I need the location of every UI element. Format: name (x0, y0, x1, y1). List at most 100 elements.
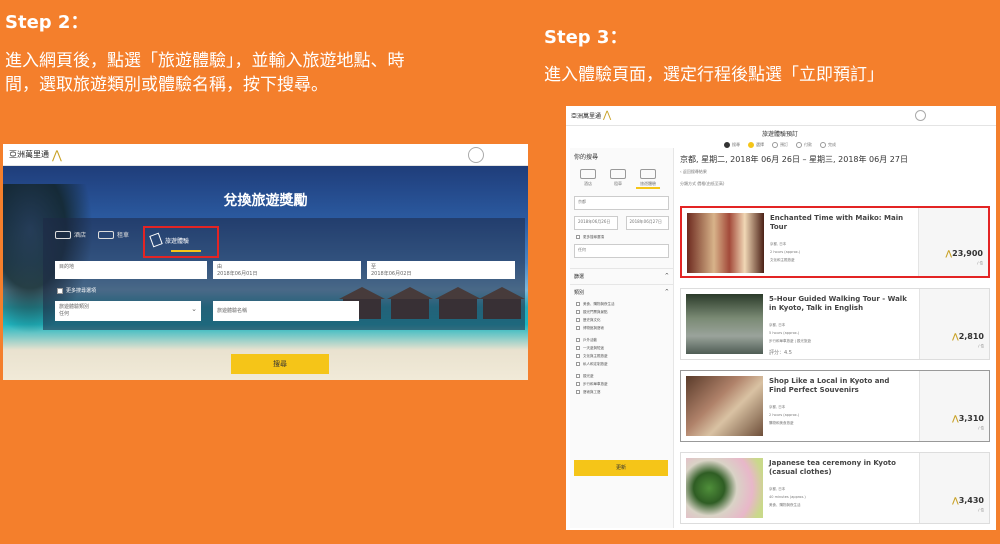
thumbnail-image (686, 294, 763, 354)
search-tabs: 酒店 租車 (55, 230, 129, 239)
card-title[interactable]: Japanese tea ceremony in Kyoto (casual c… (769, 459, 909, 477)
sidebar-category-select[interactable]: 任何 (574, 244, 669, 258)
card-location: 京都, 日本 (769, 405, 786, 409)
filter-checkbox[interactable]: 一天遊與短途 (570, 344, 673, 352)
sidebar-more-options[interactable]: 更多搜尋選項 (570, 233, 673, 241)
back-link[interactable]: ‹ 返回搜尋結果 (680, 169, 992, 175)
filter-checkbox[interactable]: 藝術與工藝 (570, 388, 673, 396)
sort-select[interactable]: 分類方式 價格(由低至高) (680, 181, 992, 187)
logo-mark-icon: ⋀ (52, 147, 62, 162)
sidebar-date-from[interactable]: 2018年06月26日 (574, 216, 618, 230)
step3-desc-line1: 進入體驗頁面，選定行程後點選「立即預訂」 (544, 65, 884, 85)
logo-mark-icon: ⋀ (603, 110, 612, 121)
update-button[interactable]: 更新 (574, 460, 668, 476)
date-from-field[interactable]: 由 2018年06月01日 (213, 261, 361, 279)
sidebar-tab-experience[interactable]: 旅遊體驗 (636, 169, 660, 189)
site-header: 亞洲萬里通 ⋀ (3, 144, 528, 166)
sidebar-heading: 你的搜尋 (574, 154, 599, 161)
search-button[interactable]: 搜尋 (231, 354, 329, 374)
tab-car-label: 租車 (117, 232, 130, 239)
card-title[interactable]: Shop Like a Local in Kyoto and Find Perf… (769, 377, 909, 395)
filter-checkbox[interactable]: 博物館與藝術 (570, 324, 673, 332)
destination-input[interactable]: 目的地 (55, 261, 207, 279)
price-unit: / 位 (977, 261, 983, 265)
car-icon (98, 230, 115, 239)
filter-checkbox[interactable]: 美食、購物與夜生活 (570, 300, 673, 308)
site-logo[interactable]: 亞洲萬里通 (9, 149, 49, 160)
card-duration: 2 hours (approx.) (769, 413, 800, 417)
sidebar-date-to[interactable]: 2018年06月27日 (625, 216, 669, 230)
experience-name-input[interactable]: 旅遊體驗名稱 (213, 301, 359, 321)
tab-experience-label: 旅遊體驗 (165, 237, 190, 245)
bed-icon (55, 230, 71, 239)
filter-heading[interactable]: 篩選 ^ (570, 268, 673, 284)
filter-checkbox[interactable]: 步行和單車旅遊 (570, 380, 673, 388)
filter-checkbox[interactable]: 戶外活動 (570, 336, 673, 344)
card-price: ⋀3,310 (951, 414, 984, 423)
ticket-icon (640, 169, 656, 179)
thumbnail-image (686, 458, 763, 518)
tab-hotel-label: 酒店 (74, 232, 87, 239)
chevron-up-icon: ^ (664, 273, 669, 279)
tab-car[interactable]: 租車 (98, 230, 129, 239)
tab-experience[interactable]: 旅遊體驗 (149, 232, 190, 248)
result-card[interactable]: Shop Like a Local in Kyoto and Find Perf… (680, 370, 990, 442)
site-logo[interactable]: 亞洲萬里通 (571, 111, 601, 120)
card-price: ⋀23,900 (945, 249, 983, 258)
card-duration: 5 hours (approx.) (769, 331, 800, 335)
card-price: ⋀2,810 (951, 332, 984, 341)
card-duration: 40 minutes (approx.) (769, 495, 806, 499)
hero-title: 兌換旅遊獎勵 (223, 193, 308, 209)
card-tag: 購物和美食旅遊 (769, 421, 794, 425)
sidebar-destination-input[interactable]: 京都 (574, 196, 669, 210)
chevron-down-icon: ⌄ (191, 305, 197, 313)
results-main: 京都, 星期二, 2018年 06月 26日 – 星期三, 2018年 06月 … (680, 148, 992, 528)
globe-icon[interactable] (915, 110, 926, 121)
thumbnail-image (687, 213, 764, 273)
price-unit: / 位 (978, 426, 984, 430)
result-card[interactable]: Japanese tea ceremony in Kyoto (casual c… (680, 452, 990, 524)
result-card[interactable]: 5-Hour Guided Walking Tour - Walk in Kyo… (680, 288, 990, 360)
chevron-up-icon: ^ (664, 289, 669, 295)
globe-icon[interactable] (468, 147, 484, 163)
card-tag: 步行和單車旅遊 | 觀光旅遊 (769, 339, 811, 343)
step2-desc-line2: 間，選取旅遊類別或體驗名稱，按下搜尋。 (5, 75, 328, 95)
price-unit: / 位 (978, 508, 984, 512)
card-tag: 美食、購物與夜生活 (769, 503, 801, 507)
category-heading[interactable]: 類別 ^ (570, 284, 673, 300)
card-price: ⋀3,430 (951, 496, 984, 505)
card-duration: 2 hours (approx.) (770, 250, 801, 254)
car-icon (610, 169, 626, 179)
screenshot-search-page: 亞洲萬里通 ⋀ 兌換旅遊獎勵 酒店 租車 旅遊體驗 目的地 由 2018年06月… (3, 144, 528, 380)
search-sidebar: 你的搜尋 酒店 租車 旅遊體驗 京都 2018年06月26日 2018年06月2… (570, 148, 674, 528)
step3-title: Step 3： (544, 27, 628, 48)
card-title[interactable]: 5-Hour Guided Walking Tour - Walk in Kyo… (769, 295, 909, 313)
filter-checkbox[interactable]: 私人和定制旅遊 (570, 360, 673, 368)
bed-icon (580, 169, 596, 179)
result-card[interactable]: Enchanted Time with Maiko: Main Tour 京都,… (680, 206, 990, 278)
thumbnail-image (686, 376, 763, 436)
ticket-icon (149, 232, 163, 248)
card-location: 京都, 日本 (769, 323, 786, 327)
filter-checkbox[interactable]: 文化與主題旅遊 (570, 352, 673, 360)
card-title[interactable]: Enchanted Time with Maiko: Main Tour (770, 214, 910, 232)
date-heading: 京都, 星期二, 2018年 06月 26日 – 星期三, 2018年 06月 … (680, 155, 908, 164)
progress-title: 旅遊體驗預訂 (761, 131, 798, 138)
step2-title: Step 2： (5, 12, 89, 33)
more-options-checkbox[interactable]: 更多搜尋選項 (57, 287, 96, 294)
category-select[interactable]: 旅遊體驗類別 任何 ⌄ (55, 301, 201, 321)
card-tag: 文化和主題旅遊 (770, 258, 795, 262)
card-location: 京都, 日本 (770, 242, 787, 246)
booking-progress: 旅遊體驗預訂 搜尋 選擇 預訂 付款 完成 (680, 126, 880, 148)
sidebar-tab-car[interactable]: 租車 (606, 169, 630, 189)
tab-hotel[interactable]: 酒店 (55, 230, 86, 239)
sidebar-tab-hotel[interactable]: 酒店 (576, 169, 600, 189)
filter-checkbox[interactable]: 觀光門票與景點 (570, 308, 673, 316)
filter-checkbox[interactable]: 觀光遊 (570, 372, 673, 380)
filter-checkbox[interactable]: 歷史與文化 (570, 316, 673, 324)
site-header: 亞洲萬里通 ⋀ (566, 106, 996, 126)
screenshot-results-page: 亞洲萬里通 ⋀ 旅遊體驗預訂 搜尋 選擇 預訂 付款 完成 你的搜尋 酒店 租車… (566, 106, 996, 530)
price-unit: / 位 (978, 344, 984, 348)
step2-desc-line1: 進入網頁後，點選「旅遊體驗」，並輸入旅遊地點、時 (5, 51, 405, 71)
date-to-field[interactable]: 至 2018年06月02日 (367, 261, 515, 279)
